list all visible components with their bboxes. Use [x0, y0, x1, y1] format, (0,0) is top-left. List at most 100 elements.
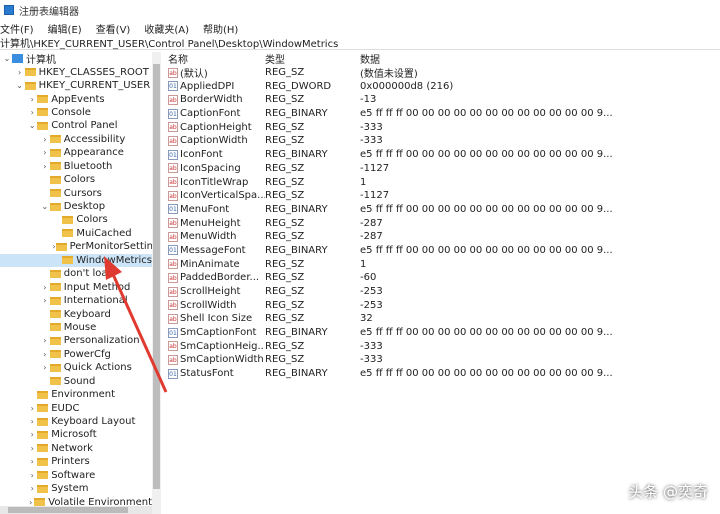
- chevron-right-icon[interactable]: ›: [27, 417, 37, 426]
- menu-item[interactable]: 帮助(H): [203, 21, 238, 36]
- chevron-right-icon[interactable]: ›: [40, 135, 50, 144]
- menu-item[interactable]: 文件(F): [0, 21, 34, 36]
- tree-item[interactable]: MuiCached: [0, 227, 152, 240]
- chevron-right-icon[interactable]: ›: [27, 430, 37, 439]
- column-type-header[interactable]: 类型: [265, 51, 360, 66]
- tree-item[interactable]: › HKEY_CLASSES_ROOT: [0, 65, 152, 78]
- value-row[interactable]: ab MinAnimate REG_SZ 1: [168, 257, 720, 271]
- value-row[interactable]: ab SmCaptionHeig... REG_SZ -333: [168, 339, 720, 353]
- chevron-right-icon[interactable]: ›: [40, 283, 50, 292]
- tree-item[interactable]: › Appearance: [0, 146, 152, 159]
- value-row[interactable]: ab BorderWidth REG_SZ -13: [168, 93, 720, 107]
- value-name: ab MenuHeight: [168, 218, 265, 229]
- menu-item[interactable]: 收藏夹(A): [144, 21, 189, 36]
- value-type: REG_SZ: [265, 354, 305, 366]
- tree-item-label: HKEY_CLASSES_ROOT: [38, 66, 149, 78]
- tree-item[interactable]: don't load: [0, 267, 152, 280]
- chevron-right-icon[interactable]: ›: [40, 296, 50, 305]
- chevron-right-icon[interactable]: ›: [27, 457, 37, 466]
- value-row[interactable]: ab SmCaptionWidth REG_SZ -333: [168, 353, 720, 367]
- binary-value-icon: 01: [168, 327, 178, 338]
- tree-item[interactable]: ⌄ Desktop: [0, 200, 152, 213]
- menu-item[interactable]: 查看(V): [96, 21, 131, 36]
- chevron-right-icon[interactable]: ›: [40, 162, 50, 171]
- tree-item[interactable]: Environment: [0, 388, 152, 401]
- value-row[interactable]: ab IconTitleWrap REG_SZ 1: [168, 175, 720, 189]
- tree-item[interactable]: Colors: [0, 173, 152, 186]
- value-row[interactable]: ab IconSpacing REG_SZ -1127: [168, 162, 720, 176]
- value-row[interactable]: ab ScrollWidth REG_SZ -253: [168, 298, 720, 312]
- chevron-down-icon[interactable]: ⌄: [2, 54, 12, 63]
- tree-item[interactable]: › Software: [0, 469, 152, 482]
- value-row[interactable]: ab MenuHeight REG_SZ -287: [168, 216, 720, 230]
- scrollbar-thumb[interactable]: [153, 64, 160, 489]
- value-row[interactable]: 01 IconFont REG_BINARY e5 ff ff ff 00 00 00…: [168, 148, 720, 162]
- value-row[interactable]: ab MenuWidth REG_SZ -287: [168, 230, 720, 244]
- tree-item[interactable]: Keyboard: [0, 307, 152, 320]
- chevron-right-icon[interactable]: ›: [15, 68, 25, 77]
- value-row[interactable]: ab IconVerticalSpa... REG_SZ -1127: [168, 189, 720, 203]
- chevron-down-icon[interactable]: ⌄: [15, 81, 25, 90]
- tree-item[interactable]: Sound: [0, 375, 152, 388]
- value-row[interactable]: ab CaptionWidth REG_SZ -333: [168, 134, 720, 148]
- value-row[interactable]: 01 SmCaptionFont REG_BINARY e5 ff ff ff 00 …: [168, 326, 720, 340]
- chevron-right-icon[interactable]: ›: [27, 108, 37, 117]
- tree-vertical-scrollbar[interactable]: [152, 52, 161, 514]
- tree-item[interactable]: › Accessibility: [0, 133, 152, 146]
- value-row[interactable]: 01 CaptionFont REG_BINARY e5 ff ff ff 00 00…: [168, 107, 720, 121]
- tree-item[interactable]: ⌄ Control Panel: [0, 119, 152, 132]
- chevron-down-icon[interactable]: ⌄: [27, 121, 37, 130]
- value-row[interactable]: ab PaddedBorder... REG_SZ -60: [168, 271, 720, 285]
- chevron-right-icon[interactable]: ›: [27, 95, 37, 104]
- value-name: ab (默认): [168, 65, 265, 80]
- chevron-right-icon[interactable]: ›: [27, 484, 37, 493]
- value-row[interactable]: 01 MessageFont REG_BINARY e5 ff ff ff 00 00…: [168, 244, 720, 258]
- string-value-icon: ab: [168, 94, 178, 105]
- folder-icon: [55, 242, 67, 251]
- menu-item[interactable]: 编辑(E): [48, 21, 82, 36]
- tree-item[interactable]: Mouse: [0, 321, 152, 334]
- tree-item[interactable]: › Input Method: [0, 280, 152, 293]
- tree-item[interactable]: Colors: [0, 213, 152, 226]
- value-row[interactable]: 01 MenuFont REG_BINARY e5 ff ff ff 00 00 00…: [168, 203, 720, 217]
- chevron-down-icon[interactable]: ⌄: [40, 202, 50, 211]
- tree-item[interactable]: › Console: [0, 106, 152, 119]
- value-type: REG_SZ: [265, 162, 305, 174]
- tree-item[interactable]: ⌄ HKEY_CURRENT_USER: [0, 79, 152, 92]
- tree-item[interactable]: › Printers: [0, 455, 152, 468]
- tree-item[interactable]: › Bluetooth: [0, 160, 152, 173]
- tree-item[interactable]: › EUDC: [0, 401, 152, 414]
- tree-item[interactable]: › PowerCfg: [0, 348, 152, 361]
- chevron-right-icon[interactable]: ›: [40, 148, 50, 157]
- chevron-right-icon[interactable]: ›: [40, 336, 50, 345]
- tree-item[interactable]: WindowMetrics: [0, 253, 152, 267]
- tree-item[interactable]: Cursors: [0, 186, 152, 199]
- tree-item[interactable]: › Personalization: [0, 334, 152, 347]
- tree-item[interactable]: › AppEvents: [0, 92, 152, 105]
- tree-item[interactable]: › Keyboard Layout: [0, 415, 152, 428]
- value-row[interactable]: ab CaptionHeight REG_SZ -333: [168, 120, 720, 134]
- chevron-right-icon[interactable]: ›: [27, 471, 37, 480]
- tree-item[interactable]: › Microsoft: [0, 428, 152, 441]
- value-row[interactable]: ab (默认) REG_SZ (数值未设置): [168, 66, 720, 80]
- address-bar[interactable]: 计算机\HKEY_CURRENT_USER\Control Panel\Desk…: [0, 36, 720, 50]
- value-row[interactable]: 01 AppliedDPI REG_DWORD 0x000000d8 (216): [168, 79, 720, 93]
- tree-item[interactable]: › International: [0, 294, 152, 307]
- value-name: 01 MenuFont: [168, 204, 265, 215]
- tree-item[interactable]: ›PerMonitorSettings: [0, 240, 152, 253]
- chevron-right-icon[interactable]: ›: [27, 444, 37, 453]
- tree-item[interactable]: ⌄ 计算机: [0, 52, 152, 66]
- value-row[interactable]: ab ScrollHeight REG_SZ -253: [168, 285, 720, 299]
- value-row[interactable]: 01 StatusFont REG_BINARY e5 ff ff ff 00 00 …: [168, 367, 720, 381]
- folder-icon: [49, 350, 61, 359]
- scrollbar-thumb[interactable]: [8, 507, 128, 513]
- chevron-right-icon[interactable]: ›: [40, 350, 50, 359]
- tree-item[interactable]: › Quick Actions: [0, 361, 152, 374]
- chevron-right-icon[interactable]: ›: [40, 363, 50, 372]
- value-row[interactable]: ab Shell Icon Size REG_SZ 32: [168, 312, 720, 326]
- tree-horizontal-scrollbar[interactable]: [0, 506, 152, 514]
- computer-icon: [12, 54, 23, 64]
- tree-item[interactable]: › System: [0, 482, 152, 495]
- chevron-right-icon[interactable]: ›: [27, 404, 37, 413]
- tree-item[interactable]: › Network: [0, 442, 152, 455]
